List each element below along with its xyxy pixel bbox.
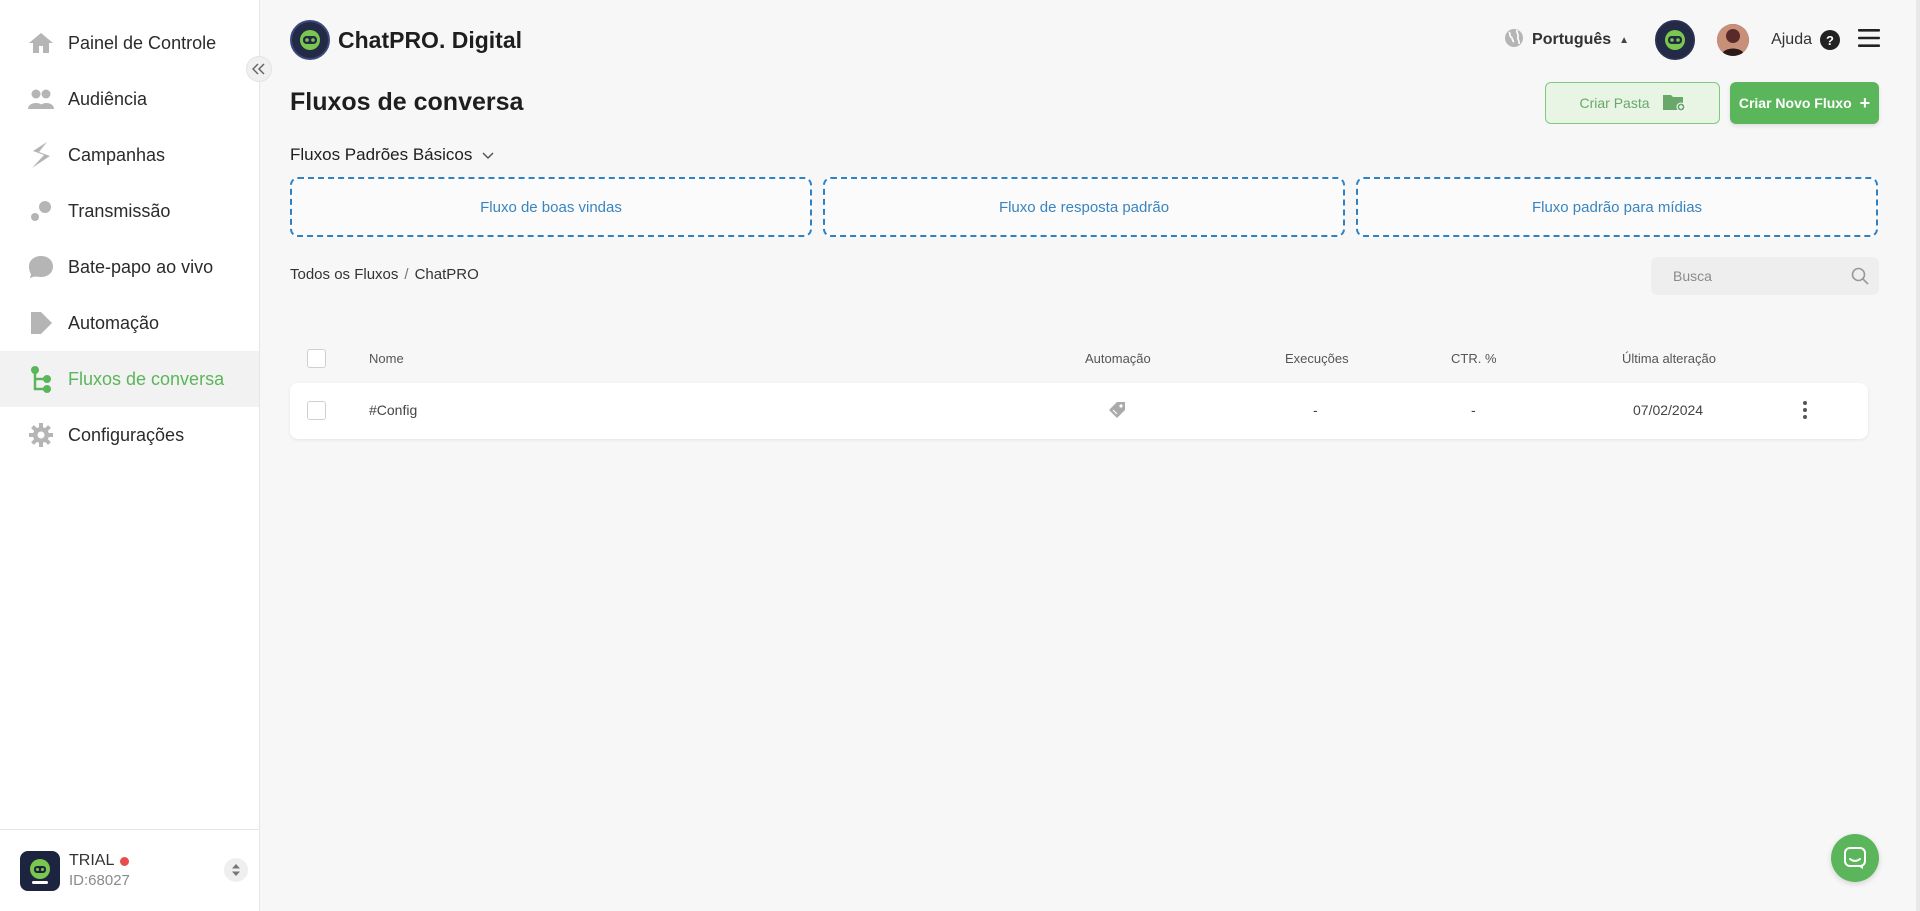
search-input[interactable]: [1673, 268, 1833, 284]
sidebar-item-label: Painel de Controle: [68, 32, 217, 53]
column-header-name[interactable]: Nome: [369, 351, 404, 366]
language-label: Português: [1532, 31, 1612, 48]
sidebar-item-campanhas[interactable]: Campanhas: [0, 127, 259, 183]
people-icon: [28, 86, 54, 112]
campaign-icon: [28, 142, 54, 168]
brand[interactable]: ChatPRO. Digital: [290, 20, 522, 60]
page-title: Fluxos de conversa: [290, 88, 524, 116]
sidebar-item-audiencia[interactable]: Audiência: [0, 71, 259, 127]
globe-icon: [1504, 28, 1524, 53]
account-plan: TRIAL: [69, 852, 115, 869]
home-icon: [28, 30, 54, 56]
sidebar-nav: Painel de Controle Audiência Campanhas T…: [0, 0, 259, 463]
account-info: TRIAL ID:68027: [69, 852, 130, 889]
folder-add-icon: [1662, 92, 1686, 115]
support-chat-button[interactable]: [1831, 834, 1879, 882]
search-icon[interactable]: [1851, 267, 1869, 290]
switch-account-icon[interactable]: [224, 858, 248, 882]
more-options-icon[interactable]: [1802, 401, 1808, 419]
chat-bubble-icon: [28, 254, 54, 280]
sidebar-item-bate-papo[interactable]: Bate-papo ao vivo: [0, 239, 259, 295]
account-logo: [20, 850, 60, 891]
default-flows-title: Fluxos Padrões Básicos: [290, 145, 473, 164]
default-flow-welcome[interactable]: Fluxo de boas vindas: [290, 177, 812, 237]
sidebar-item-automacao[interactable]: Automação: [0, 295, 259, 351]
sidebar-item-label: Automação: [68, 312, 160, 333]
flow-icon: [28, 366, 54, 393]
flow-name[interactable]: #Config: [369, 402, 417, 418]
flow-ctr: -: [1471, 402, 1476, 418]
table-row[interactable]: #Config - - 07/02/2024: [290, 383, 1868, 439]
sidebar-item-configuracoes[interactable]: Configurações: [0, 407, 259, 463]
account-id: ID:68027: [69, 872, 130, 889]
sidebar: Painel de Controle Audiência Campanhas T…: [0, 0, 260, 911]
breadcrumb-separator: /: [404, 266, 409, 283]
brand-logo: [290, 20, 330, 60]
plus-icon: +: [1859, 92, 1871, 113]
sidebar-item-label: Configurações: [68, 424, 185, 445]
sidebar-item-label: Campanhas: [68, 144, 166, 165]
question-icon: ?: [1820, 30, 1840, 50]
broadcast-icon: [28, 198, 54, 224]
sidebar-item-label: Transmissão: [68, 200, 171, 221]
column-header-last-modified[interactable]: Última alteração: [1622, 351, 1716, 366]
caret-up-icon: ▲: [1619, 34, 1630, 46]
column-header-ctr[interactable]: CTR. %: [1451, 351, 1497, 366]
sidebar-item-fluxos[interactable]: Fluxos de conversa: [0, 351, 259, 407]
create-folder-button[interactable]: Criar Pasta: [1545, 82, 1720, 124]
help-button[interactable]: Ajuda ?: [1771, 30, 1840, 50]
gear-icon: [28, 422, 54, 448]
default-flows-toggle[interactable]: Fluxos Padrões Básicos: [290, 145, 494, 165]
sidebar-item-label: Bate-papo ao vivo: [68, 256, 214, 277]
bot-avatar[interactable]: [1655, 20, 1696, 60]
tag-icon: [1108, 401, 1126, 422]
sidebar-item-label: Audiência: [68, 88, 148, 109]
create-flow-label: Criar Novo Fluxo: [1738, 95, 1852, 111]
breadcrumb-root[interactable]: Todos os Fluxos: [290, 266, 398, 283]
language-selector[interactable]: Português ▲: [1504, 28, 1629, 53]
flow-executions: -: [1313, 402, 1318, 418]
automation-icon: [28, 310, 54, 336]
double-chevron-left-icon: [252, 63, 265, 75]
header-actions: Português ▲ Ajuda ?: [1504, 20, 1880, 60]
brand-name: ChatPRO. Digital: [338, 26, 523, 53]
row-checkbox[interactable]: [307, 401, 326, 420]
account-switcher[interactable]: TRIAL ID:68027: [0, 829, 260, 911]
default-flow-default-reply[interactable]: Fluxo de resposta padrão: [823, 177, 1345, 237]
create-folder-label: Criar Pasta: [1579, 95, 1650, 111]
page-scrollbar[interactable]: [1916, 0, 1920, 911]
help-label: Ajuda: [1771, 31, 1812, 48]
column-header-automation[interactable]: Automação: [1085, 351, 1151, 366]
collapse-sidebar-button[interactable]: [246, 56, 272, 82]
sidebar-item-transmissao[interactable]: Transmissão: [0, 183, 259, 239]
sidebar-item-label: Fluxos de conversa: [68, 368, 225, 389]
hamburger-menu-icon[interactable]: [1858, 28, 1880, 52]
user-avatar[interactable]: [1717, 24, 1750, 56]
chevron-down-icon: [482, 145, 494, 165]
chat-icon: [1844, 847, 1866, 869]
status-dot: [120, 856, 130, 866]
default-flow-media[interactable]: Fluxo padrão para mídias: [1356, 177, 1878, 237]
breadcrumb-current: ChatPRO: [414, 266, 479, 283]
create-flow-button[interactable]: Criar Novo Fluxo +: [1730, 82, 1879, 124]
flow-last-modified: 07/02/2024: [1633, 402, 1704, 418]
sidebar-item-painel[interactable]: Painel de Controle: [0, 15, 259, 71]
breadcrumb: Todos os Fluxos / ChatPRO: [290, 266, 479, 283]
search-box: [1651, 257, 1879, 295]
select-all-checkbox[interactable]: [307, 349, 326, 368]
column-header-executions[interactable]: Execuções: [1285, 351, 1349, 366]
